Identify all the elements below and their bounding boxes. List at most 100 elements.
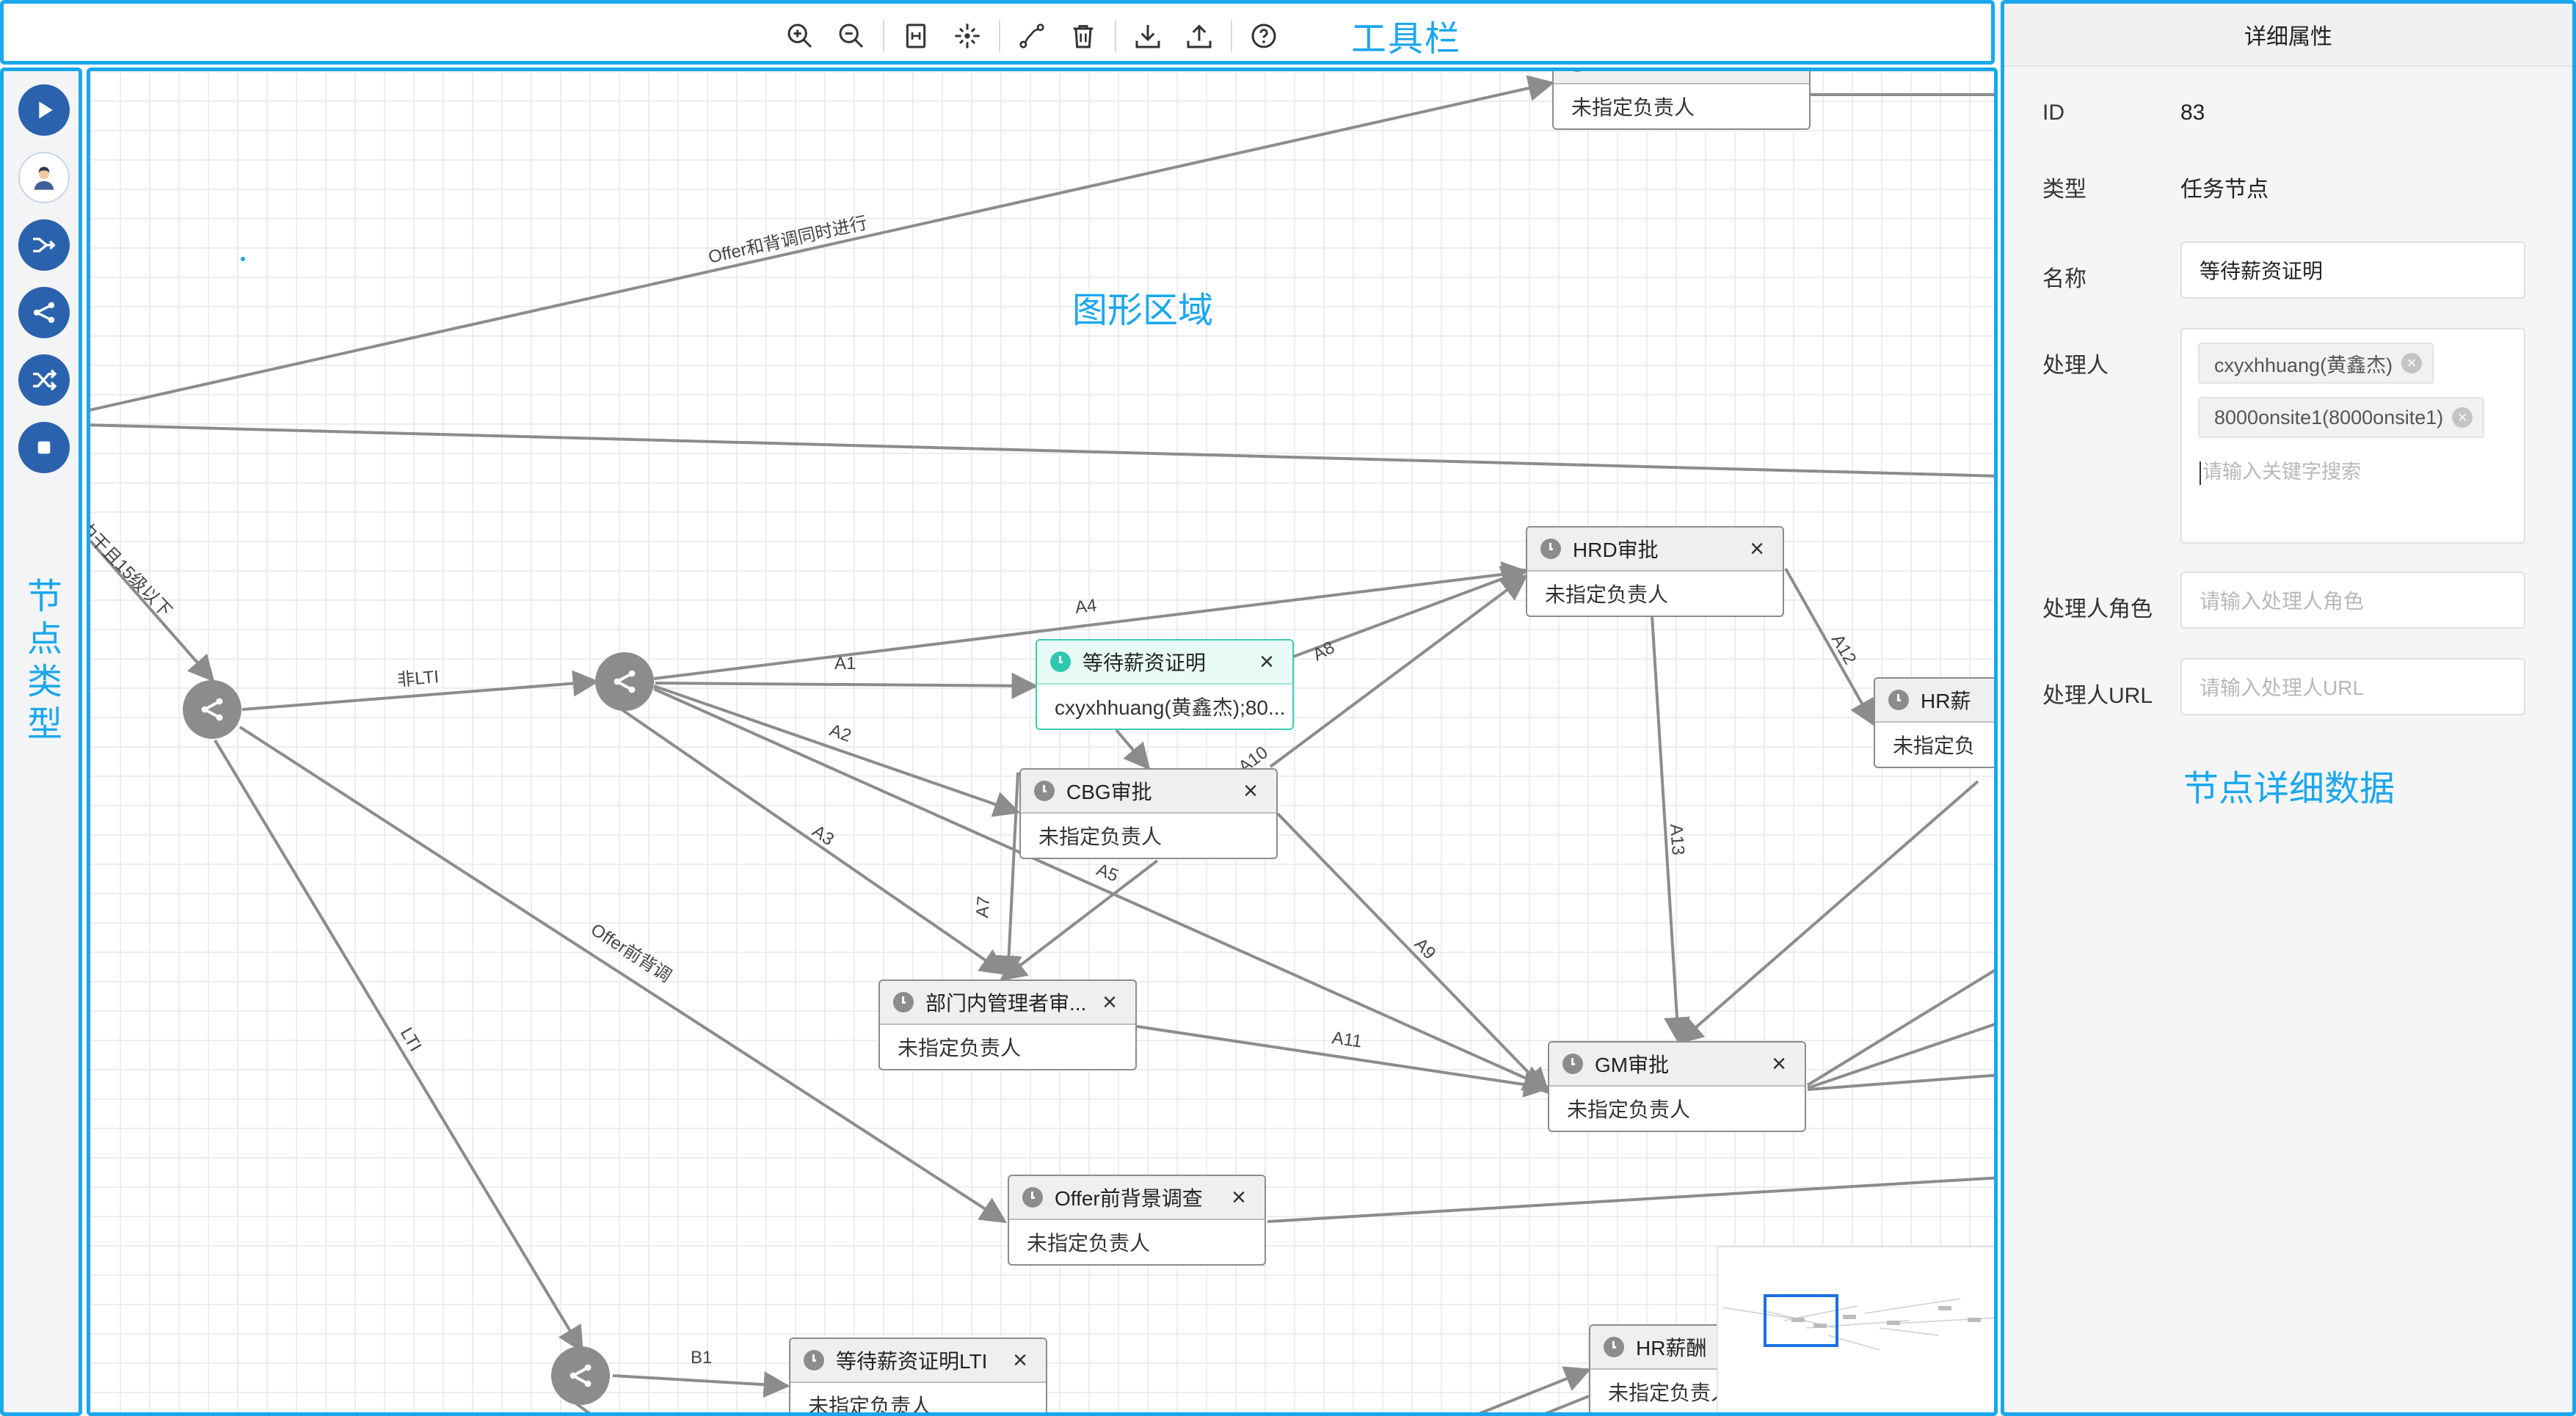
edit-edge-button[interactable] (1014, 18, 1049, 54)
task-node-hr-pay[interactable]: HR薪 未指定负 (1874, 677, 1994, 768)
toolbar: 工具栏 (0, 0, 1995, 65)
anchor-dot (241, 257, 245, 261)
type-label: 类型 (2042, 178, 2086, 202)
edge-label: A13 (1666, 823, 1688, 856)
node-assignee: 未指定负责人 (1608, 1382, 1721, 1404)
task-node-wait-salary-lti[interactable]: 等待薪资证明LTI × 未指定负责人 (789, 1337, 1047, 1416)
url-label: 处理人URL (2042, 684, 2153, 708)
task-node-hrd[interactable]: HRD审批 × 未指定负责人 (1526, 526, 1784, 617)
edge (1676, 780, 1979, 1045)
handler-tag: 8000onsite1(8000onsite1) × (2198, 397, 2485, 438)
node-title: HR薪 (1921, 690, 1971, 712)
trash-icon (1073, 25, 1094, 48)
node-assignee: 未指定负责人 (808, 1395, 932, 1416)
close-icon[interactable]: × (1254, 648, 1279, 676)
task-node-gm[interactable]: GM审批 × 未指定负责人 (1548, 1041, 1806, 1132)
close-icon[interactable]: × (1767, 1050, 1791, 1079)
gateway-node[interactable] (183, 680, 241, 739)
help-icon (1251, 23, 1276, 48)
detail-panel: 详细属性 ID 83 类型 任务节点 名称 等待薪资证明 处理人 cxyxhhu… (2001, 0, 2576, 1416)
node-title: 部门内管理者审... (925, 992, 1087, 1015)
share-icon (201, 698, 223, 721)
gateway-node[interactable] (551, 1346, 610, 1405)
handler-search-input[interactable]: 请输入关键字搜索 (2200, 456, 2361, 485)
task-node-wait-salary[interactable]: 等待薪资证明 × cxyxhhuang(黄鑫杰);80... (1036, 639, 1294, 730)
clock-icon (893, 992, 914, 1012)
close-icon[interactable]: × (1744, 535, 1769, 563)
toolbar-tools (774, 18, 1289, 54)
close-icon[interactable]: × (2452, 407, 2473, 428)
close-icon[interactable]: × (2401, 353, 2423, 373)
name-input[interactable]: 等待薪资证明 (2180, 241, 2525, 299)
task-node-hr-pay-2[interactable]: HR薪酬 未指定负责人 (1589, 1324, 1721, 1412)
edge-icon (1019, 23, 1044, 48)
edge (1267, 1176, 1994, 1223)
gateway-node[interactable] (595, 652, 654, 711)
panel-title: 详细属性 (2004, 4, 2572, 67)
clock-icon (1562, 1054, 1583, 1074)
edge-label: B1 (691, 1348, 713, 1368)
node-header: 等待薪资证明LTI × (790, 1339, 1046, 1383)
fit-view-icon (906, 23, 926, 48)
close-icon[interactable]: × (1097, 988, 1122, 1017)
node-assignee: 未指定负责人 (1571, 96, 1695, 119)
toolbar-divider (999, 20, 1000, 52)
share-icon (570, 1364, 592, 1387)
clock-icon (1567, 71, 1587, 72)
node-title: Offer前背景调查 (1055, 1187, 1203, 1210)
close-icon[interactable]: × (1008, 1346, 1033, 1375)
toolbar-divider (883, 20, 884, 52)
zoom-out-button[interactable] (834, 18, 869, 54)
url-input[interactable]: 请输入处理人URL (2180, 658, 2525, 715)
edge (1806, 968, 1994, 1087)
node-header: CBG审批 × (1021, 770, 1276, 814)
clock-icon (1604, 1337, 1624, 1357)
handler-label: 处理人 (2042, 354, 2109, 378)
end-node-button[interactable] (18, 422, 70, 473)
delete-button[interactable] (1066, 18, 1101, 54)
minimap[interactable] (1717, 1246, 1994, 1412)
node-title: GM审批 (1595, 1054, 1670, 1076)
edge (214, 739, 583, 1354)
auto-layout-button[interactable] (950, 18, 985, 54)
fit-view-button[interactable] (898, 18, 934, 54)
node-title: CBG审批 (1066, 781, 1152, 803)
graph-canvas[interactable]: Offer和背调同时进行 中干且15级以下 非LTI A4 A1 A8 A2 A… (87, 67, 1998, 1416)
start-node-button[interactable] (18, 84, 70, 136)
type-value: 任务节点 (2180, 178, 2268, 202)
inclusive-gateway-button[interactable] (18, 354, 70, 406)
parallel-gateway-button[interactable] (18, 287, 70, 338)
node-assignee: 未指定负责人 (1027, 1232, 1151, 1255)
node-header: HR薪 (1875, 679, 1994, 723)
zoom-in-button[interactable] (782, 18, 818, 54)
task-node[interactable]: 未指定负责人 (1552, 71, 1811, 130)
node-header (1554, 71, 1809, 84)
minimap-viewport[interactable] (1764, 1294, 1838, 1347)
node-header: Offer前背景调查 × (1009, 1176, 1265, 1220)
edge-label: A4 (1074, 595, 1098, 618)
close-icon[interactable]: × (1238, 777, 1263, 806)
task-node-cbg[interactable]: CBG审批 × 未指定负责人 (1019, 768, 1278, 859)
share-icon (614, 670, 636, 693)
node-header: HRD审批 × (1527, 528, 1783, 572)
upload-button[interactable] (1182, 18, 1217, 54)
task-node-background-check[interactable]: Offer前背景调查 × 未指定负责人 (1008, 1175, 1266, 1266)
handler-select[interactable]: cxyxhhuang(黄鑫杰) × 8000onsite1(8000onsite… (2180, 328, 2525, 544)
shuffle-icon (33, 369, 57, 391)
task-node-dept-manager[interactable]: 部门内管理者审... × 未指定负责人 (878, 979, 1137, 1070)
close-icon[interactable]: × (1226, 1183, 1251, 1212)
role-input[interactable]: 请输入处理人角色 (2180, 572, 2525, 629)
role-label: 处理人角色 (2042, 597, 2153, 621)
edge-label: A11 (1331, 1028, 1364, 1052)
download-button[interactable] (1130, 18, 1165, 54)
focus-icon (955, 23, 980, 48)
handler-tag: cxyxhhuang(黄鑫杰) × (2198, 343, 2434, 384)
edge (612, 1371, 790, 1398)
user-task-button[interactable] (18, 152, 70, 203)
palette-caption: 节点类型 (26, 577, 62, 744)
node-assignee: cxyxhhuang(黄鑫杰);80... (1055, 696, 1286, 719)
exclusive-gateway-button[interactable] (18, 219, 70, 271)
help-button[interactable] (1246, 18, 1281, 54)
handler-tag-label: cxyxhhuang(黄鑫杰) (2214, 354, 2393, 376)
edge (90, 75, 1555, 412)
